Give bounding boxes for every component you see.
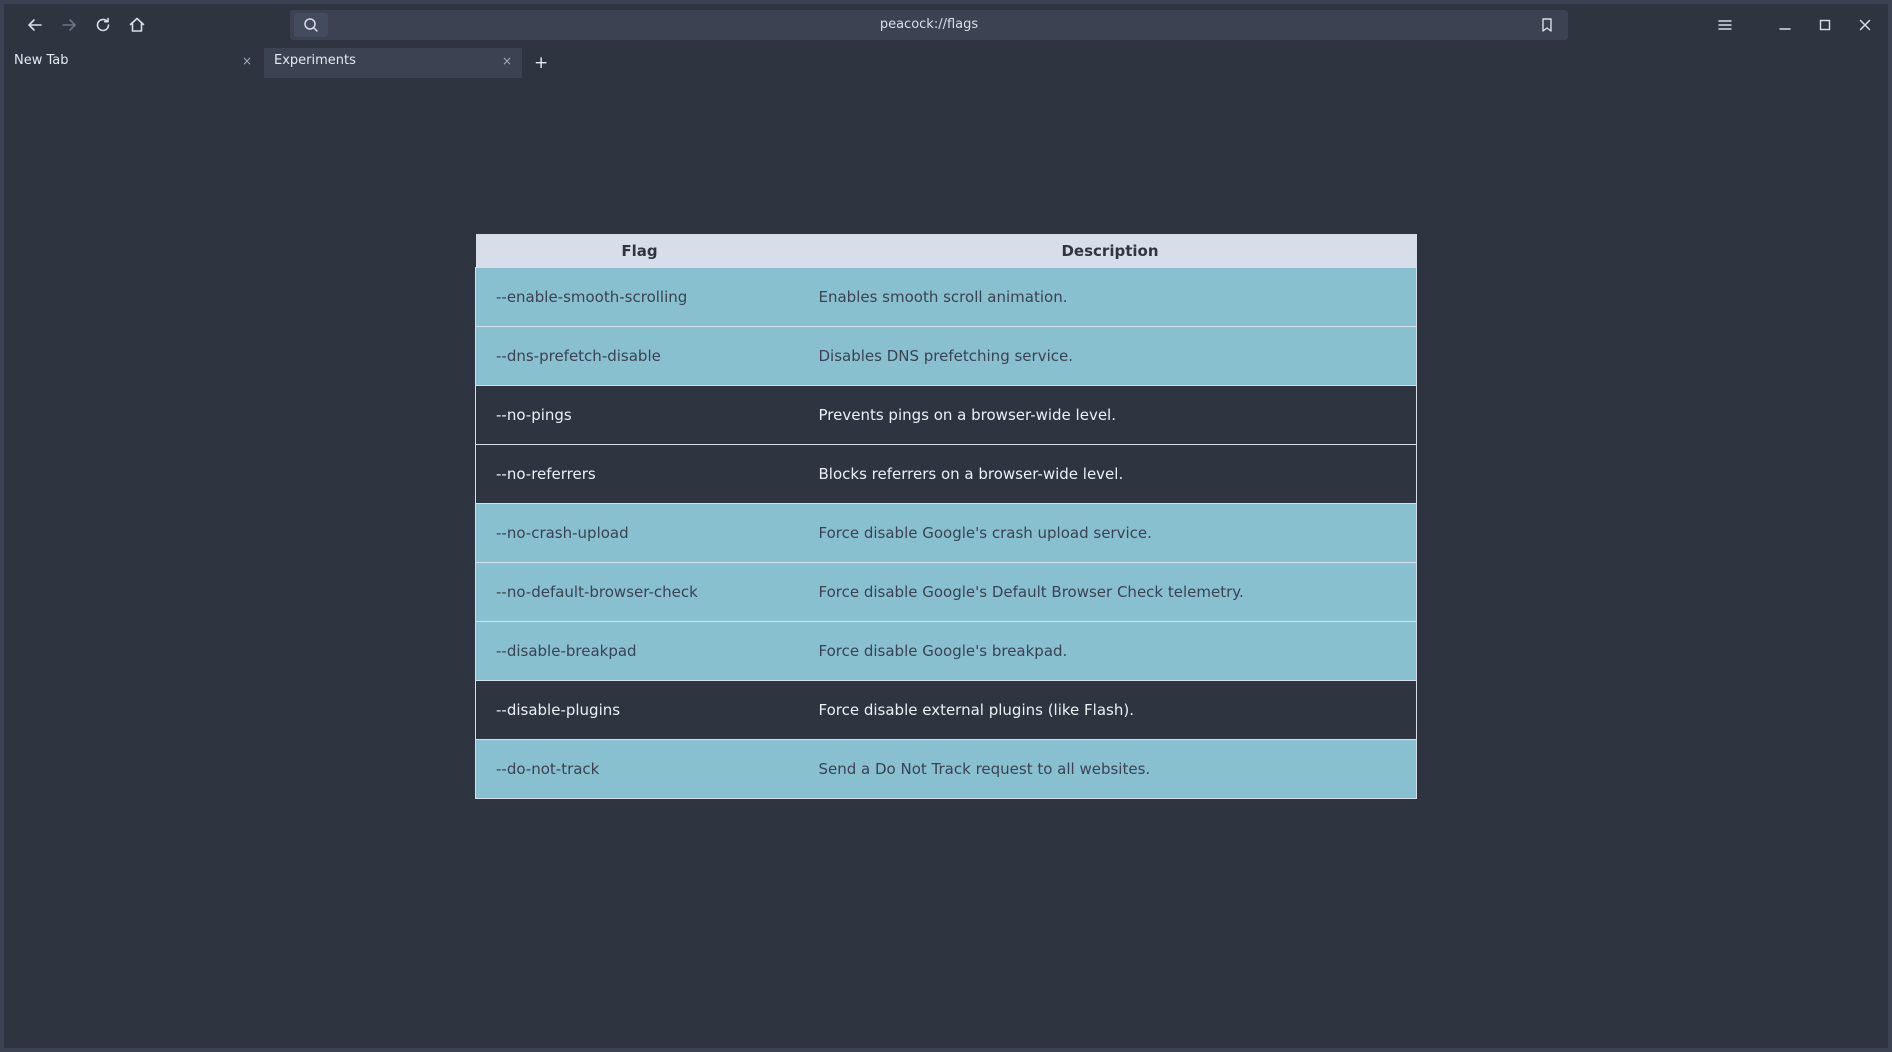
flag-cell: --disable-breakpad xyxy=(475,621,804,681)
flag-cell: --no-crash-upload xyxy=(475,503,804,563)
close-window-button[interactable] xyxy=(1852,12,1878,38)
description-cell: Force disable Google's Default Browser C… xyxy=(803,562,1417,622)
home-icon xyxy=(129,17,145,32)
address-bar[interactable]: peacock://flags xyxy=(290,10,1568,40)
header-description: Description xyxy=(803,234,1417,268)
flag-cell: --dns-prefetch-disable xyxy=(475,326,804,386)
flag-cell: --no-pings xyxy=(475,385,804,445)
url-text[interactable]: peacock://flags xyxy=(290,10,1568,40)
flag-cell: --enable-smooth-scrolling xyxy=(475,267,804,327)
table-row: --no-default-browser-check Force disable … xyxy=(475,562,1417,622)
table-row: --no-crash-upload Force disable Google's … xyxy=(475,503,1417,563)
tab-label: Experiments xyxy=(274,53,356,68)
table-header-row: Flag Description xyxy=(475,234,1417,268)
tab-close-icon[interactable]: × xyxy=(242,48,252,74)
description-cell: Blocks referrers on a browser-wide level… xyxy=(803,444,1417,504)
description-cell: Disables DNS prefetching service. xyxy=(803,326,1417,386)
flags-table-body: --enable-smooth-scrolling Enables smooth … xyxy=(475,267,1417,799)
new-tab-button[interactable]: + xyxy=(534,50,548,76)
header-flag: Flag xyxy=(475,234,804,268)
page-content: Flag Description --enable-smooth-scrolli… xyxy=(4,78,1888,1048)
description-cell: Force disable external plugins (like Fla… xyxy=(803,680,1417,740)
description-cell: Send a Do Not Track request to all websi… xyxy=(803,739,1417,799)
search-icon xyxy=(304,18,318,32)
minimize-icon xyxy=(1779,28,1791,30)
minimize-button[interactable] xyxy=(1772,12,1798,38)
hamburger-menu-icon xyxy=(1718,20,1732,30)
table-row: --disable-breakpad Force disable Google's… xyxy=(475,621,1417,681)
toolbar: peacock://flags xyxy=(4,4,1888,44)
description-cell: Enables smooth scroll animation. xyxy=(803,267,1417,327)
description-cell: Force disable Google's breakpad. xyxy=(803,621,1417,681)
arrow-left-icon xyxy=(28,19,42,31)
reload-icon xyxy=(96,17,110,32)
tab-close-icon[interactable]: × xyxy=(502,48,512,74)
table-row: --do-not-track Send a Do Not Track reques… xyxy=(475,739,1417,799)
tab-new-tab[interactable]: New Tab × xyxy=(4,48,262,78)
flag-cell: --do-not-track xyxy=(475,739,804,799)
flag-cell: --disable-plugins xyxy=(475,680,804,740)
close-icon xyxy=(1859,19,1871,31)
home-button[interactable] xyxy=(124,12,150,38)
flags-table: Flag Description --enable-smooth-scrolli… xyxy=(475,234,1417,799)
reload-button[interactable] xyxy=(90,12,116,38)
bookmark-button[interactable] xyxy=(1536,14,1558,36)
table-row: --no-referrers Blocks referrers on a brow… xyxy=(475,444,1417,504)
tab-label: New Tab xyxy=(14,53,69,68)
back-button[interactable] xyxy=(22,12,48,38)
search-button[interactable] xyxy=(294,13,328,37)
tab-bar: New Tab × Experiments × + xyxy=(4,44,1888,78)
maximize-icon xyxy=(1819,19,1831,31)
arrow-right-icon xyxy=(62,19,76,31)
table-row: --no-pings Prevents pings on a browser-wi… xyxy=(475,385,1417,445)
flag-cell: --no-default-browser-check xyxy=(475,562,804,622)
bookmark-icon xyxy=(1542,18,1552,32)
table-row: --enable-smooth-scrolling Enables smooth … xyxy=(475,267,1417,327)
table-row: --disable-plugins Force disable external … xyxy=(475,680,1417,740)
table-row: --dns-prefetch-disable Disables DNS prefe… xyxy=(475,326,1417,386)
browser-window: peacock://flags New Tab × Experiments × … xyxy=(0,0,1892,1052)
flag-cell: --no-referrers xyxy=(475,444,804,504)
maximize-button[interactable] xyxy=(1812,12,1838,38)
tab-experiments[interactable]: Experiments × xyxy=(264,48,522,78)
forward-button[interactable] xyxy=(56,12,82,38)
description-cell: Force disable Google's crash upload serv… xyxy=(803,503,1417,563)
description-cell: Prevents pings on a browser-wide level. xyxy=(803,385,1417,445)
menu-button[interactable] xyxy=(1712,12,1738,38)
